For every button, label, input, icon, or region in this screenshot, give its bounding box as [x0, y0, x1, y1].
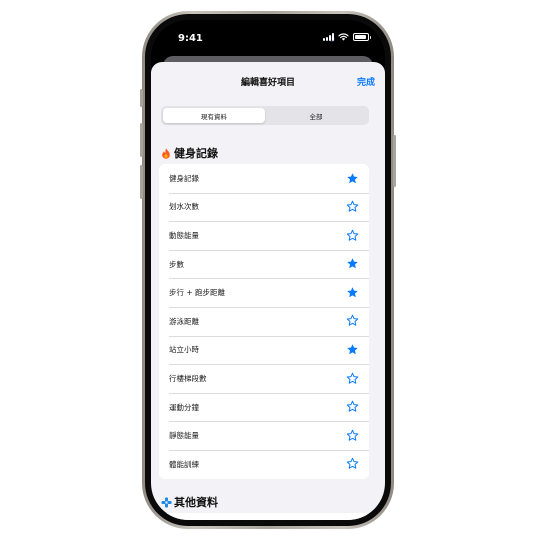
star-filled-icon[interactable]: [345, 171, 359, 185]
segment-current-data[interactable]: 現有資料: [163, 108, 265, 123]
status-bar: 9:41: [151, 20, 385, 56]
star-filled-icon[interactable]: [345, 343, 359, 357]
star-filled-icon[interactable]: [345, 257, 359, 271]
fitness-section-title: 健身記錄: [174, 147, 218, 160]
item-label: 行樓梯段數: [169, 373, 207, 383]
star-outline-icon[interactable]: [345, 400, 359, 414]
fitness-section-header: 健身記錄: [161, 145, 218, 161]
segment-all[interactable]: 全部: [265, 108, 367, 123]
edit-favorites-sheet: 編輯喜好項目 完成 現有資料 全部 健身記錄 健身記錄划水次數動態能量步數步行 +…: [151, 62, 385, 520]
page-title: 編輯喜好項目: [240, 78, 295, 88]
star-outline-icon[interactable]: [345, 371, 359, 385]
list-item[interactable]: 靜態能量: [159, 421, 369, 450]
list-item[interactable]: 站立小時: [159, 335, 369, 365]
other-list: 刷牙: [159, 513, 369, 520]
item-label: 划水次數: [169, 202, 199, 212]
list-item[interactable]: 步數: [159, 249, 369, 279]
star-outline-icon[interactable]: [345, 314, 359, 328]
list-item[interactable]: 體能訓練: [159, 449, 369, 479]
data-filter-segmented-control: 現有資料 全部: [161, 106, 369, 125]
screen: 9:41 編輯喜好項目 完成 現有資料 全部 健身記錄 健身記錄 划水次數 動態…: [151, 20, 385, 520]
list-item[interactable]: 步行 + 跑步距離: [159, 278, 369, 307]
item-label: 健身記錄: [169, 173, 199, 183]
fitness-list: 健身記錄划水次數動態能量步數步行 + 跑步距離 游泳距離站立小時行樓梯段數運動分鐘…: [159, 164, 369, 479]
item-label: 步數: [169, 259, 184, 269]
item-label: 游泳距離: [169, 316, 199, 326]
plus-cross-icon: [161, 497, 172, 508]
list-item[interactable]: 健身記錄: [159, 164, 369, 193]
item-label: 站立小時: [169, 345, 199, 355]
other-section-header: 其他資料: [161, 494, 218, 510]
list-item[interactable]: 動態能量: [159, 221, 369, 250]
power-button: [393, 135, 396, 187]
flame-icon: [161, 148, 171, 159]
list-item[interactable]: 划水次數: [159, 192, 369, 222]
star-outline-icon[interactable]: [345, 200, 359, 214]
item-label: 動態能量: [169, 230, 199, 240]
item-label: 靜態能量: [169, 431, 199, 441]
item-label: 步行 + 跑步距離: [169, 288, 226, 298]
star-outline-icon[interactable]: [345, 457, 359, 471]
item-label: 體能訓練: [169, 459, 199, 469]
volume-down-button: [140, 165, 143, 199]
battery-icon: [353, 33, 371, 41]
done-button[interactable]: 完成: [357, 75, 375, 88]
list-item[interactable]: 游泳距離: [159, 306, 369, 336]
notch: [209, 20, 327, 42]
status-time: 9:41: [178, 33, 203, 44]
list-item[interactable]: 運動分鐘: [159, 392, 369, 422]
action-button: [140, 89, 143, 107]
star-outline-icon[interactable]: [345, 228, 359, 242]
other-section-title: 其他資料: [174, 496, 218, 509]
phone-frame: 9:41 編輯喜好項目 完成 現有資料 全部 健身記錄 健身記錄 划水次數 動態…: [140, 11, 396, 529]
star-filled-icon[interactable]: [345, 285, 359, 299]
list-item[interactable]: 刷牙: [159, 513, 369, 520]
list-item[interactable]: 行樓梯段數: [159, 364, 369, 393]
volume-up-button: [140, 123, 143, 157]
cellular-signal-icon: [323, 33, 334, 41]
item-label: 運動分鐘: [169, 402, 199, 412]
wifi-icon: [338, 33, 349, 41]
star-outline-icon[interactable]: [345, 428, 359, 442]
navigation-bar: 編輯喜好項目 完成: [151, 62, 385, 96]
